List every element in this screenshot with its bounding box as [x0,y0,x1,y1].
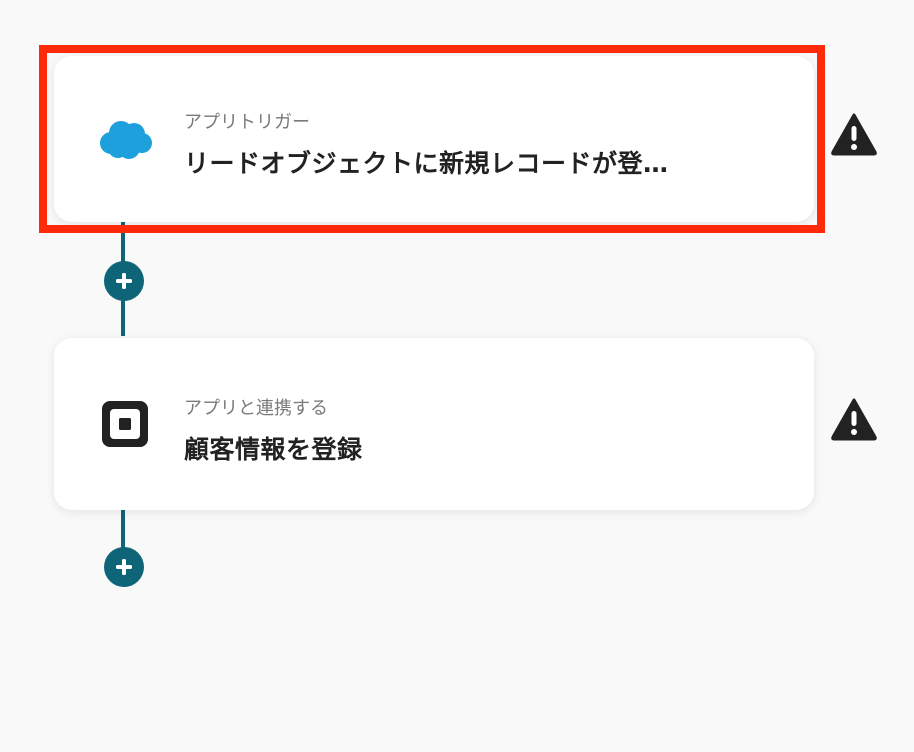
step-title: リードオブジェクトに新規レコードが登… [184,149,669,178]
trigger-step-card[interactable]: アプリトリガー リードオブジェクトに新規レコードが登… [54,56,814,222]
plus-icon [116,559,132,575]
add-step-button[interactable] [104,261,144,301]
step-type-label: アプリトリガー [184,112,310,133]
plus-icon [116,273,132,289]
step-title: 顧客情報を登録 [184,435,363,464]
add-step-button[interactable] [104,547,144,587]
flow-canvas: アプリトリガー リードオブジェクトに新規レコードが登… アプリと連携する 顧客情… [0,0,914,752]
warning-icon[interactable] [830,397,878,441]
warning-icon[interactable] [830,112,878,156]
salesforce-cloud-icon [96,110,154,168]
action-step-card[interactable]: アプリと連携する 顧客情報を登録 [54,338,814,510]
step-type-label: アプリと連携する [184,398,328,419]
square-app-icon [96,395,154,453]
